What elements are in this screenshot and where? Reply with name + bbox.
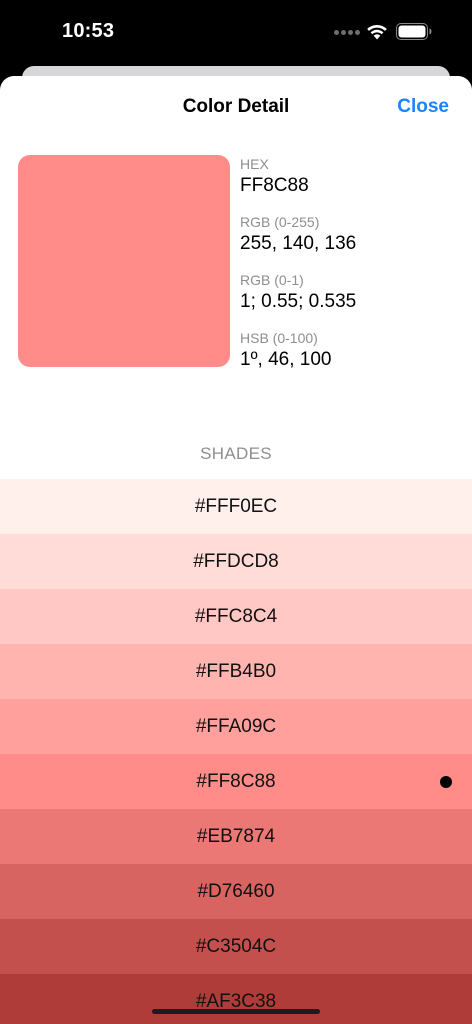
shade-label: #FFF0EC [194, 495, 278, 517]
shade-row[interactable]: #FFB4B0 [0, 644, 472, 699]
shade-row[interactable]: #FFDCD8 [0, 534, 472, 589]
rgb255-label: RGB (0-255) [240, 214, 320, 230]
color-info: HEX FF8C88 RGB (0-255) 255, 140, 136 RGB… [240, 156, 460, 388]
shade-row[interactable]: #FFC8C4 [0, 589, 472, 644]
shade-row[interactable]: #D76460 [0, 864, 472, 919]
shade-label: #FF8C88 [196, 770, 276, 792]
shade-row[interactable]: #C3504C [0, 919, 472, 974]
shade-list: #FFF0EC #FFDCD8 #FFC8C4 #FFB4B0 #FFA09C #FF8C… [0, 479, 472, 1024]
rgb255-group: RGB (0-255) 255, 140, 136 [240, 214, 460, 272]
cellular-signal-icon [334, 30, 360, 36]
hsb-group: HSB (0-100) 1º, 46, 100 [240, 330, 460, 388]
rgb255-value: 255, 140, 136 [240, 233, 357, 254]
status-bar: 10:53 [0, 0, 472, 64]
shade-label: #FFDCD8 [193, 550, 279, 572]
shade-row[interactable]: #FFF0EC [0, 479, 472, 534]
rgb1-label: RGB (0-1) [240, 272, 304, 288]
shade-label: #FFB4B0 [195, 660, 277, 682]
hex-group: HEX FF8C88 [240, 156, 460, 214]
shade-label: #FFC8C4 [194, 605, 278, 627]
close-button[interactable]: Close [397, 96, 449, 118]
rgb1-value: 1; 0.55; 0.535 [240, 291, 357, 312]
color-detail-sheet: Color Detail Close HEX FF8C88 RGB (0-255… [0, 76, 472, 1024]
selected-indicator-icon [440, 776, 452, 788]
shade-row[interactable]: #AF3C38 [0, 974, 472, 1024]
shade-row[interactable]: #EB7874 [0, 809, 472, 864]
rgb1-group: RGB (0-1) 1; 0.55; 0.535 [240, 272, 460, 330]
wifi-icon [367, 24, 387, 40]
color-swatch [18, 155, 230, 367]
shade-label: #FFA09C [195, 715, 277, 737]
shade-label: #C3504C [195, 935, 277, 957]
battery-icon [396, 23, 432, 40]
shade-label: #EB7874 [196, 825, 276, 847]
shades-header: SHADES [200, 444, 272, 463]
hsb-value: 1º, 46, 100 [240, 349, 332, 370]
hex-label: HEX [240, 156, 269, 172]
status-time: 10:53 [62, 20, 115, 42]
shade-row[interactable]: #FFA09C [0, 699, 472, 754]
hsb-label: HSB (0-100) [240, 330, 318, 346]
hex-value: FF8C88 [240, 175, 309, 196]
home-indicator[interactable] [152, 1009, 320, 1014]
shade-row[interactable]: #FF8C88 [0, 754, 472, 809]
shade-label: #D76460 [197, 880, 275, 902]
